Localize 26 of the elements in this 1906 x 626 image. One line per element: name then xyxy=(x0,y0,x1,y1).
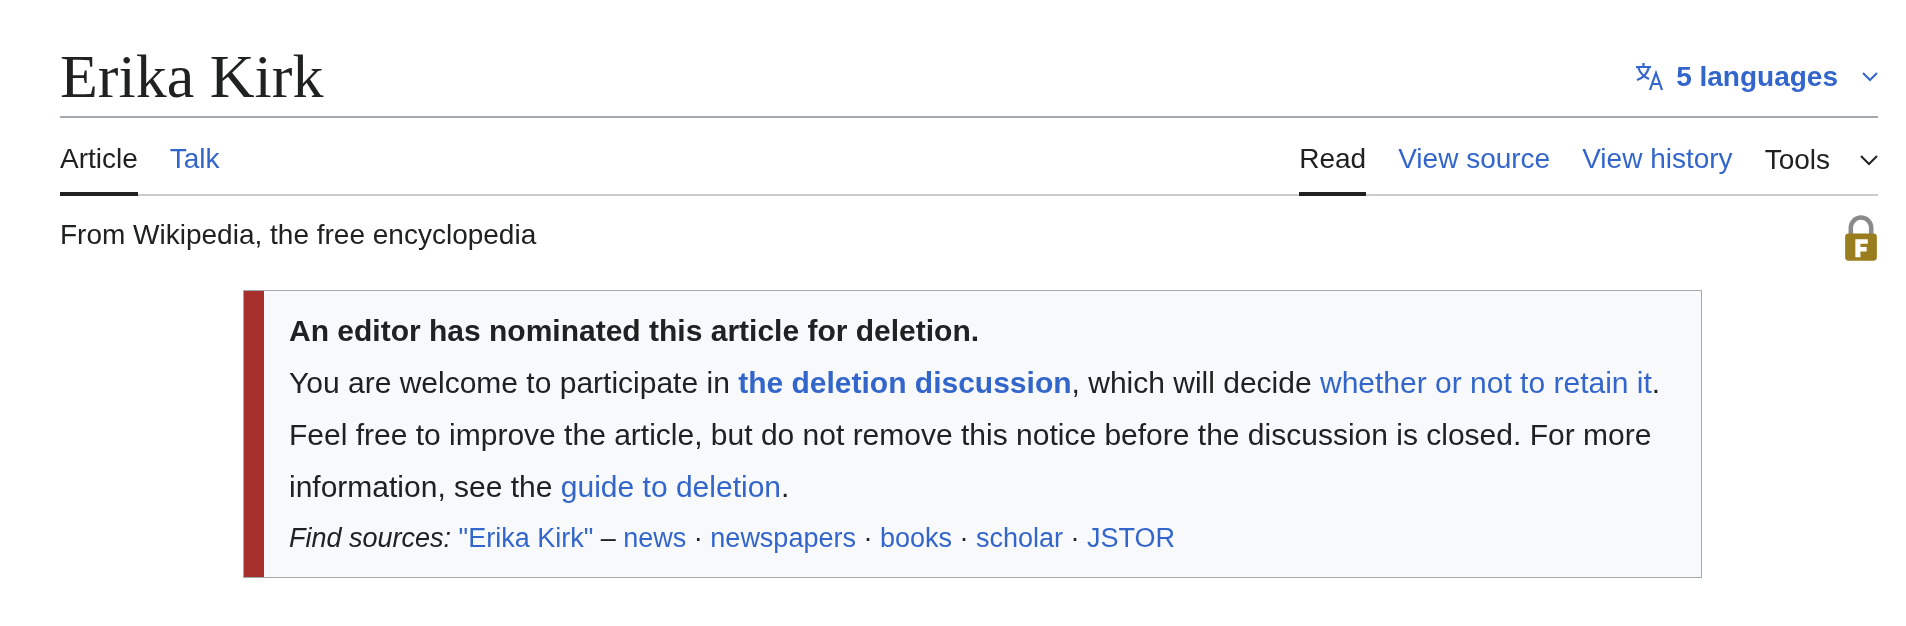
lock-icon xyxy=(1844,214,1878,262)
languages-button[interactable]: 5 languages xyxy=(1634,56,1878,98)
tools-menu[interactable]: Tools xyxy=(1764,118,1878,194)
link[interactable]: guide to deletion xyxy=(560,470,781,503)
link[interactable]: newspapers xyxy=(710,523,856,553)
notice-heading: An editor has nominated this article for deletion. xyxy=(289,313,981,349)
link[interactable]: the deletion discussion xyxy=(738,366,1072,399)
link[interactable]: news xyxy=(623,523,687,553)
chevron-down-icon xyxy=(1860,154,1878,166)
tab[interactable]: View source xyxy=(1398,118,1551,196)
tab[interactable]: Talk xyxy=(169,118,220,196)
notice-paragraph: Feel free to improve the article, but do not remove this notice before the discussion is closed. For more information, see the guide to deletion. xyxy=(289,417,1653,505)
link[interactable]: JSTOR xyxy=(1087,523,1176,553)
chevron-down-icon xyxy=(1862,72,1878,82)
link[interactable]: books xyxy=(879,523,952,553)
tab[interactable]: Article xyxy=(60,118,138,196)
tab[interactable]: Read xyxy=(1299,118,1367,196)
tagline: From Wikipedia, the free encyclopedia xyxy=(60,218,537,252)
tab[interactable]: View history xyxy=(1582,118,1733,196)
notice-paragraph: You are welcome to participate in the deletion discussion, which will decide whether or not to retain it. xyxy=(289,365,1662,401)
page-title: Erika Kirk xyxy=(60,41,324,112)
link[interactable]: retain it xyxy=(1553,366,1652,399)
link[interactable]: scholar xyxy=(976,523,1064,553)
link[interactable]: whether or not to xyxy=(1320,366,1546,399)
find-sources-line: Find sources: "Erika Kirk" – news · newspapers · books · scholar · JSTOR xyxy=(289,522,1177,555)
link[interactable]: "Erika Kirk" xyxy=(458,523,594,553)
